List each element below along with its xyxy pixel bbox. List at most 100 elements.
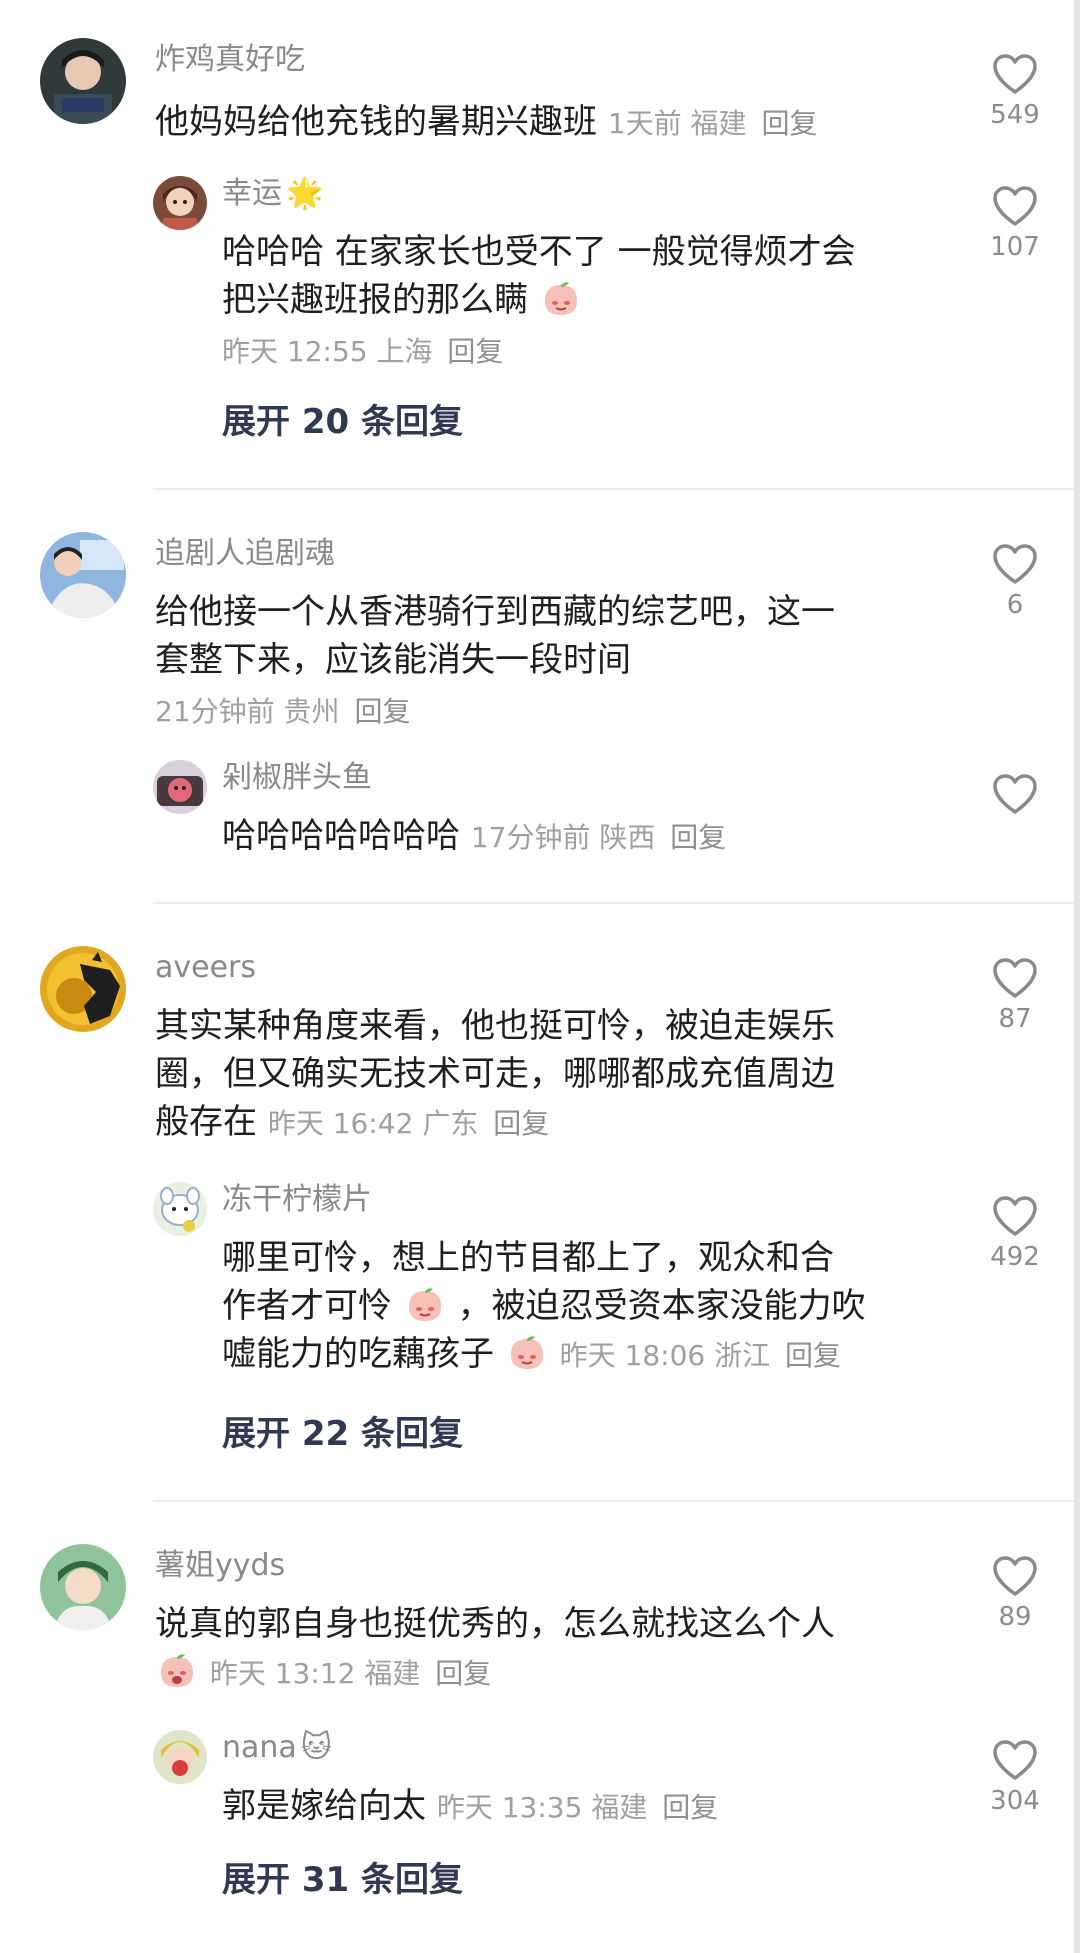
- like-count: 107: [990, 232, 1040, 262]
- reply-text-fragment: ，被迫忍受资本家没能力吹: [457, 1286, 866, 1326]
- comment-location: 福建: [364, 1657, 421, 1690]
- comment-text: 他妈妈给他充钱的暑期兴趣班 1天前 福建 回复: [155, 98, 945, 148]
- reply-button[interactable]: 回复: [493, 1107, 549, 1140]
- reply-text-fragment: 把兴趣班报的那么瞒: [222, 280, 528, 320]
- heart-outline-icon: [993, 1556, 1037, 1596]
- like-button[interactable]: 549: [980, 52, 1050, 130]
- reply-text: 哈哈哈 在家家长也受不了 一般觉得烦才会 把兴趣班报的那么瞒: [222, 228, 942, 324]
- heart-outline-icon: [993, 774, 1037, 814]
- reply-text-content: 哈哈哈哈哈哈哈: [222, 816, 460, 856]
- username[interactable]: nana 🐱: [222, 1728, 332, 1768]
- reply-text-line: 哪里可怜，想上的节目都上了，观众和合: [222, 1238, 834, 1278]
- like-count: 304: [990, 1786, 1040, 1816]
- username-text: 幸运: [222, 176, 282, 211]
- avatar[interactable]: [153, 176, 207, 230]
- sparkle-badge-icon: 🌟: [286, 176, 324, 211]
- reply-text-line: 作者才可怜 ，被迫忍受资本家没能力吹: [222, 1282, 952, 1330]
- reply-text-line: 嘘能力的吃藕孩子 昨天 18:06 浙江 回复: [222, 1330, 952, 1380]
- comment-text: 说真的郭自身也挺优秀的，怎么就找这么个人 昨天 13:12 福建 回复: [155, 1600, 945, 1698]
- heart-outline-icon: [993, 958, 1037, 998]
- reply-meta: 昨天 18:06 浙江 回复: [560, 1339, 841, 1372]
- divider: [153, 902, 1080, 904]
- comment-text-line: 昨天 13:12 福建 回复: [155, 1648, 945, 1698]
- avatar[interactable]: [40, 1544, 126, 1630]
- comment-location: 福建: [690, 107, 747, 140]
- avatar[interactable]: [40, 38, 126, 124]
- avatar[interactable]: [153, 1730, 207, 1784]
- expand-replies-button[interactable]: 展开 31 条回复: [222, 1858, 463, 1902]
- username[interactable]: 薯姐yyds: [155, 1546, 285, 1586]
- expand-replies-button[interactable]: 展开 22 条回复: [222, 1412, 463, 1456]
- like-count: 6: [1006, 590, 1024, 620]
- expand-replies-button[interactable]: 展开 20 条回复: [222, 400, 463, 444]
- reply-button[interactable]: 回复: [670, 821, 726, 854]
- reply-text: 郭是嫁给向太 昨天 13:35 福建 回复: [222, 1782, 942, 1832]
- like-count: 549: [990, 100, 1040, 130]
- reply-time: 昨天 18:06: [559, 1339, 706, 1372]
- comment-text-line: 般存在 昨天 16:42 广东 回复: [155, 1098, 945, 1148]
- reply-text-line: 哈哈哈 在家家长也受不了 一般觉得烦才会: [222, 232, 856, 272]
- reply-button[interactable]: 回复: [447, 335, 503, 368]
- like-button[interactable]: 6: [980, 542, 1050, 620]
- comment-feed: 炸鸡真好吃 他妈妈给他充钱的暑期兴趣班 1天前 福建 回复 549 幸运 🌟 哈…: [0, 0, 1080, 1953]
- reply-button[interactable]: 回复: [662, 1791, 718, 1824]
- like-count: 492: [990, 1242, 1040, 1272]
- scroll-edge: [1074, 0, 1080, 1953]
- username[interactable]: 幸运 🌟: [222, 174, 323, 214]
- like-count: 89: [998, 1602, 1032, 1632]
- heart-outline-icon: [993, 54, 1037, 94]
- heart-outline-icon: [993, 186, 1037, 226]
- reply-location: 浙江: [714, 1339, 771, 1372]
- avatar[interactable]: [40, 532, 126, 618]
- peach-face-emoji-icon: [408, 1288, 441, 1321]
- comment-time: 21分钟前: [155, 695, 275, 728]
- comment-text-line: 其实某种角度来看，他也挺可怜，被迫走娱乐: [155, 1006, 835, 1046]
- like-button[interactable]: 107: [980, 184, 1050, 262]
- comment-meta: 昨天 13:12 福建 回复: [210, 1657, 491, 1690]
- comment-text: 给他接一个从香港骑行到西藏的综艺吧，这一 套整下来，应该能消失一段时间: [155, 588, 945, 684]
- peach-face-emoji-icon: [510, 1336, 543, 1369]
- reply-button[interactable]: 回复: [354, 695, 410, 728]
- like-button[interactable]: 89: [980, 1554, 1050, 1632]
- divider: [153, 1500, 1080, 1502]
- reply-location: 福建: [591, 1791, 648, 1824]
- username[interactable]: 剁椒胖头鱼: [222, 758, 372, 798]
- reply-meta: 17分钟前 陕西 回复: [471, 821, 726, 854]
- heart-outline-icon: [993, 1740, 1037, 1780]
- avatar[interactable]: [153, 760, 207, 814]
- comment-text-line: 说真的郭自身也挺优秀的，怎么就找这么个人: [155, 1604, 835, 1644]
- username[interactable]: 冻干柠檬片: [222, 1180, 372, 1220]
- reply-meta: 昨天 13:35 福建 回复: [437, 1791, 718, 1824]
- username[interactable]: aveers: [155, 948, 256, 988]
- comment-location: 广东: [422, 1107, 479, 1140]
- reply-button[interactable]: 回复: [785, 1339, 841, 1372]
- like-button[interactable]: 492: [980, 1194, 1050, 1272]
- comment-meta: 昨天 16:42 广东 回复: [268, 1107, 549, 1140]
- comment-time: 昨天 13:12: [209, 1657, 356, 1690]
- comment-meta: 1天前 福建 回复: [608, 107, 818, 140]
- username[interactable]: 追剧人追剧魂: [155, 534, 335, 574]
- like-button[interactable]: [980, 772, 1050, 820]
- comment-text-fragment: 般存在: [155, 1102, 257, 1142]
- comment-meta: 21分钟前 贵州 回复: [155, 690, 410, 730]
- reply-text-line: 把兴趣班报的那么瞒: [222, 276, 942, 324]
- reply-time: 17分钟前: [470, 821, 591, 854]
- peach-face-emoji-icon: [161, 1654, 193, 1687]
- like-count: 87: [998, 1004, 1032, 1034]
- reply-meta: 昨天 12:55 上海 回复: [222, 330, 503, 370]
- avatar[interactable]: [153, 1182, 207, 1236]
- avatar[interactable]: [40, 946, 126, 1032]
- like-button[interactable]: 87: [980, 956, 1050, 1034]
- like-button[interactable]: 304: [980, 1738, 1050, 1816]
- reply-time: 昨天 12:55: [222, 335, 368, 368]
- reply-text-fragment: 嘘能力的吃藕孩子: [222, 1334, 494, 1374]
- comment-text: 其实某种角度来看，他也挺可怜，被迫走娱乐 圈，但又确实无技术可走，哪哪都成充值周…: [155, 1002, 945, 1148]
- reply-text: 哈哈哈哈哈哈哈 17分钟前 陕西 回复: [222, 812, 942, 862]
- comment-text-line: 给他接一个从香港骑行到西藏的综艺吧，这一: [155, 592, 835, 632]
- cat-badge-icon: 🐱: [300, 1730, 333, 1765]
- reply-button[interactable]: 回复: [761, 107, 817, 140]
- heart-outline-icon: [993, 544, 1037, 584]
- reply-text-fragment: 作者才可怜: [222, 1286, 392, 1326]
- reply-button[interactable]: 回复: [435, 1657, 491, 1690]
- username[interactable]: 炸鸡真好吃: [155, 40, 305, 80]
